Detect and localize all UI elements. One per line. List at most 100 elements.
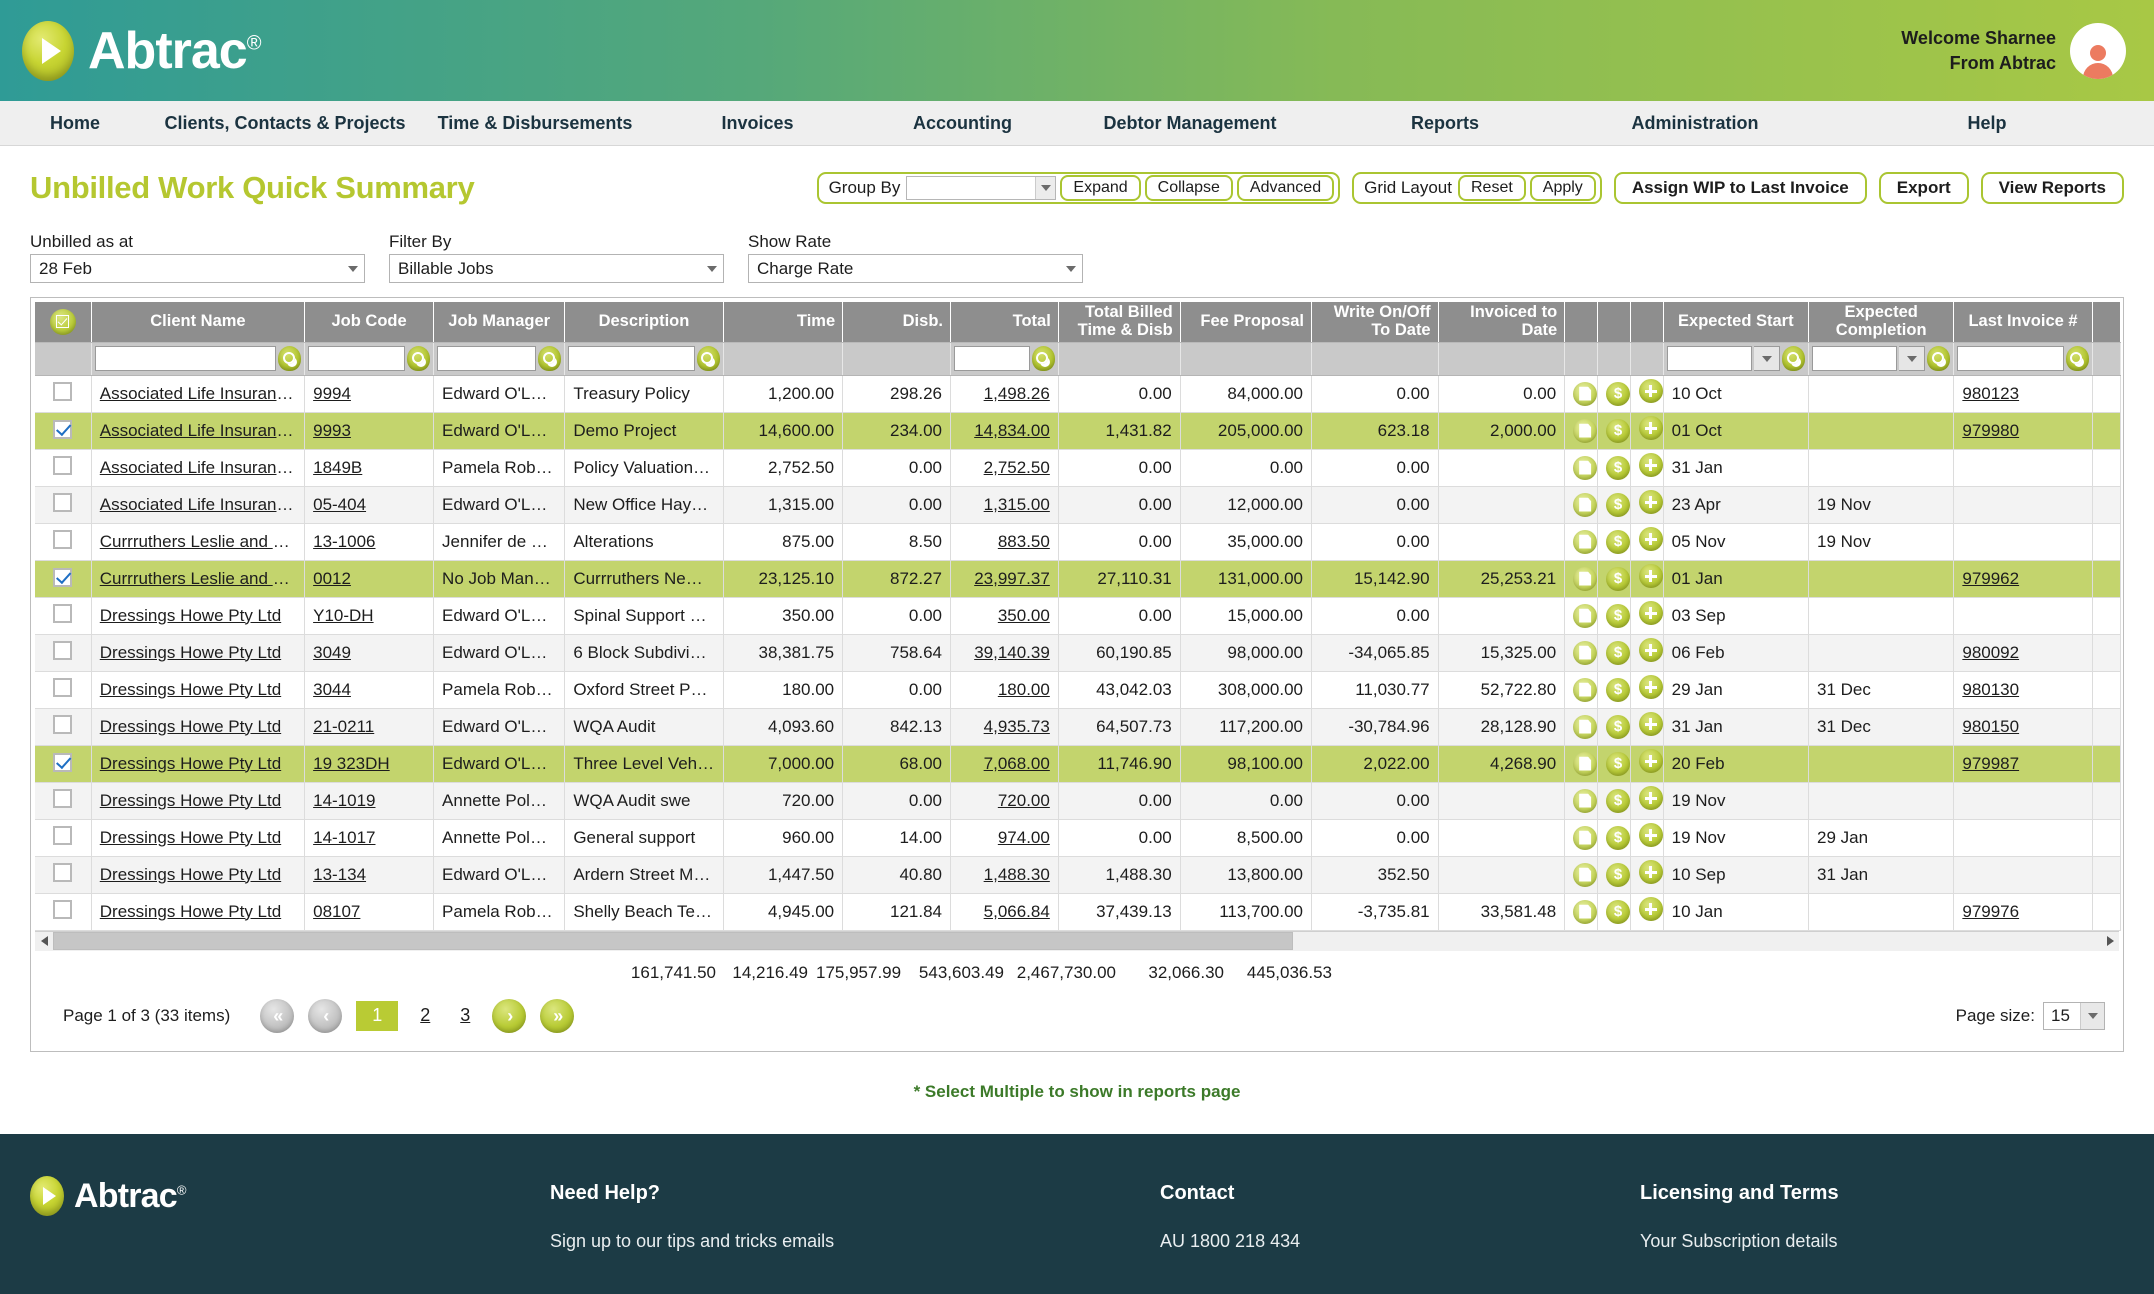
dollar-icon[interactable] — [1606, 714, 1630, 739]
cell-job-code-link[interactable]: 13-1006 — [313, 532, 375, 551]
unbilled-as-at-select[interactable]: 28 Feb — [30, 254, 365, 283]
row-checkbox[interactable] — [53, 788, 73, 808]
row-checkbox[interactable] — [53, 677, 73, 697]
add-icon[interactable] — [1638, 897, 1663, 921]
check-all-icon[interactable] — [49, 308, 76, 335]
advanced-button[interactable]: Advanced — [1236, 175, 1335, 201]
dollar-icon[interactable] — [1606, 788, 1630, 813]
filter-by-select[interactable]: Billable Jobs — [389, 254, 724, 283]
column-header-expected-start[interactable]: Expected Start — [1663, 302, 1810, 343]
job-manager-filter-input[interactable] — [437, 346, 537, 371]
view-reports-button[interactable]: View Reports — [1980, 172, 2124, 204]
nav-item-home[interactable]: Home — [0, 101, 150, 146]
cell-total[interactable]: 14,834.00 — [950, 412, 1059, 450]
cell-action-dollar[interactable] — [1597, 523, 1631, 561]
row-checkbox[interactable] — [53, 603, 73, 623]
cell-job-code[interactable]: 1849B — [304, 449, 435, 487]
cell-last-invoice[interactable]: 979987 — [1953, 745, 2093, 783]
footer-logo[interactable]: Abtrac® — [30, 1175, 550, 1216]
cell-client-name-link[interactable]: Dressings Howe Pty Ltd — [100, 865, 281, 884]
cell-job-code[interactable]: 13-134 — [304, 856, 435, 894]
cell-last-invoice[interactable]: 979976 — [1953, 893, 2093, 931]
row-checkbox[interactable] — [53, 862, 73, 882]
cell-action-plus[interactable] — [1630, 375, 1664, 413]
cell-action-doc[interactable] — [1564, 375, 1599, 413]
cell-total[interactable]: 720.00 — [950, 782, 1059, 820]
dollar-icon[interactable] — [1606, 751, 1630, 776]
page-number-2[interactable]: 2 — [412, 1001, 438, 1031]
cell-client-name[interactable]: Currruthers Leslie and Joy — [91, 560, 306, 598]
cell-action-doc[interactable] — [1564, 560, 1599, 598]
job-code-filter-input[interactable] — [308, 346, 406, 371]
cell-client-name-link[interactable]: Dressings Howe Pty Ltd — [100, 643, 281, 662]
cell-total-link[interactable]: 7,068.00 — [984, 754, 1050, 773]
cell-action-dollar[interactable] — [1597, 597, 1631, 635]
reset-button[interactable]: Reset — [1457, 175, 1526, 201]
search-icon[interactable] — [1927, 346, 1951, 371]
cell-client-name-link[interactable]: Dressings Howe Pty Ltd — [100, 680, 281, 699]
cell-job-code-link[interactable]: 08107 — [313, 902, 360, 921]
expected-completion-filter-input[interactable] — [1812, 346, 1898, 371]
cell-job-code[interactable]: 13-1006 — [304, 523, 435, 561]
document-icon[interactable] — [1573, 862, 1597, 887]
first-page-button[interactable]: « — [260, 998, 295, 1033]
cell-total[interactable]: 180.00 — [950, 671, 1059, 709]
cell-total-link[interactable]: 39,140.39 — [974, 643, 1050, 662]
add-icon[interactable] — [1638, 601, 1663, 625]
column-header-total[interactable]: Total — [950, 302, 1059, 343]
footer-link-tips-emails[interactable]: Sign up to our tips and tricks emails — [550, 1231, 1160, 1252]
cell-job-code-link[interactable]: 9993 — [313, 421, 351, 440]
cell-action-doc[interactable] — [1564, 671, 1599, 709]
cell-total-link[interactable]: 883.50 — [998, 532, 1050, 551]
footer-link-phone[interactable]: AU 1800 218 434 — [1160, 1231, 1640, 1252]
expected-start-filter-input[interactable] — [1666, 346, 1752, 371]
cell-total[interactable]: 7,068.00 — [950, 745, 1059, 783]
add-icon[interactable] — [1638, 860, 1663, 884]
cell-total[interactable]: 883.50 — [950, 523, 1059, 561]
add-icon[interactable] — [1638, 453, 1663, 477]
cell-client-name-link[interactable]: Dressings Howe Pty Ltd — [100, 717, 281, 736]
cell-total[interactable]: 1,498.26 — [950, 375, 1059, 413]
cell-total[interactable]: 5,066.84 — [950, 893, 1059, 931]
select-all-header[interactable] — [35, 302, 92, 343]
cell-total[interactable]: 2,752.50 — [950, 449, 1059, 487]
table-row[interactable]: Dressings Howe Pty Ltd 14-1017 Annette Pol… — [35, 819, 2122, 857]
dollar-icon[interactable] — [1606, 492, 1630, 517]
cell-action-plus[interactable] — [1630, 782, 1664, 820]
cell-last-invoice[interactable] — [1953, 449, 2093, 487]
cell-job-code-link[interactable]: 9994 — [313, 384, 351, 403]
cell-job-code[interactable]: 14-1017 — [304, 819, 435, 857]
scroll-left-icon[interactable] — [35, 932, 53, 950]
row-select-cell[interactable] — [35, 375, 92, 413]
cell-action-dollar[interactable] — [1597, 819, 1631, 857]
cell-last-invoice[interactable]: 979962 — [1953, 560, 2093, 598]
cell-job-code[interactable]: 0012 — [304, 560, 435, 598]
cell-last-invoice-link[interactable]: 980130 — [1962, 680, 2019, 699]
document-icon[interactable] — [1573, 603, 1597, 628]
cell-total[interactable]: 39,140.39 — [950, 634, 1059, 672]
row-checkbox[interactable] — [53, 381, 73, 401]
last-invoice-filter-input[interactable] — [1957, 346, 2064, 371]
table-row[interactable]: Dressings Howe Pty Ltd 3049 Edward O'Leary… — [35, 634, 2122, 672]
cell-action-doc[interactable] — [1564, 893, 1599, 931]
row-select-cell[interactable] — [35, 782, 92, 820]
document-icon[interactable] — [1573, 418, 1597, 443]
row-checkbox[interactable] — [53, 640, 73, 660]
cell-job-code-link[interactable]: 21-0211 — [313, 717, 374, 736]
nav-item-clients-contacts-projects[interactable]: Clients, Contacts & Projects — [150, 101, 420, 146]
show-rate-select[interactable]: Charge Rate — [748, 254, 1083, 283]
table-row[interactable]: Dressings Howe Pty Ltd 19 323DH Edward O'L… — [35, 745, 2122, 783]
dollar-icon[interactable] — [1606, 899, 1630, 924]
cell-client-name-link[interactable]: Currruthers Leslie and Joy — [100, 532, 299, 551]
cell-action-dollar[interactable] — [1597, 449, 1631, 487]
cell-job-code-link[interactable]: 0012 — [313, 569, 351, 588]
table-row[interactable]: Currruthers Leslie and Joy 13-1006 Jennife… — [35, 523, 2122, 561]
column-header-job-code[interactable]: Job Code — [304, 302, 435, 343]
chevron-down-icon[interactable] — [1899, 346, 1926, 371]
cell-job-code[interactable]: 14-1019 — [304, 782, 435, 820]
document-icon[interactable] — [1573, 640, 1597, 665]
cell-action-dollar[interactable] — [1597, 745, 1631, 783]
cell-client-name-link[interactable]: Dressings Howe Pty Ltd — [100, 754, 281, 773]
group-by-select[interactable] — [906, 176, 1057, 200]
column-header-last-invoice[interactable]: Last Invoice # — [1953, 302, 2093, 343]
